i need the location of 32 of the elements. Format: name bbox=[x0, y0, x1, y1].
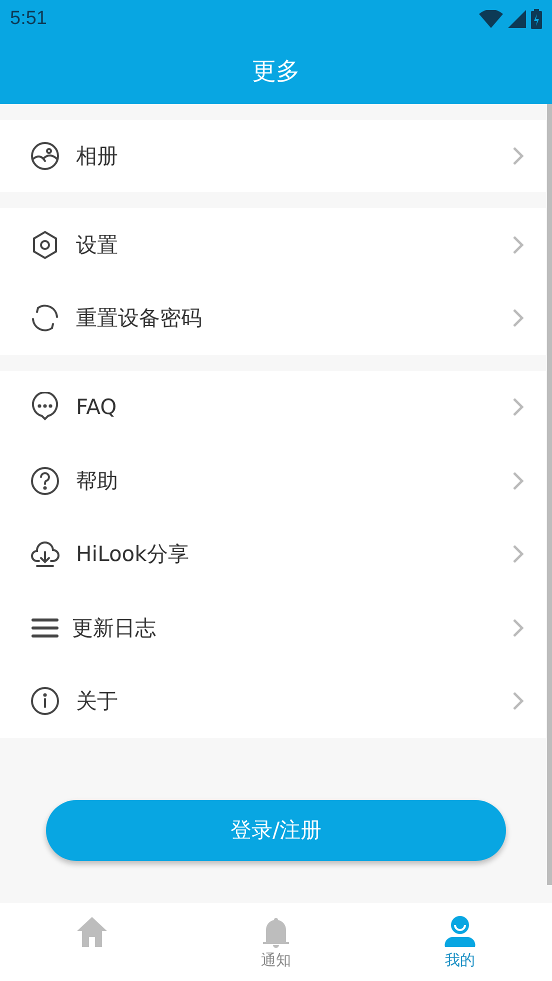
menu-item[interactable]: 更新日志 bbox=[0, 590, 546, 664]
chevron-icon bbox=[512, 691, 524, 712]
menu-item[interactable]: FAQ bbox=[0, 370, 546, 444]
home-icon bbox=[75, 915, 109, 949]
tab[interactable]: 通知 bbox=[184, 903, 368, 981]
menu-item[interactable]: 关于 bbox=[0, 664, 546, 738]
chevron-icon bbox=[512, 618, 524, 638]
user-icon bbox=[443, 915, 477, 949]
chevron-icon bbox=[512, 397, 524, 418]
cloud-download-icon bbox=[30, 539, 60, 570]
help-icon bbox=[30, 466, 60, 496]
chevron-icon bbox=[512, 234, 524, 255]
status-time: 5:51 bbox=[10, 8, 47, 30]
wifi-icon bbox=[479, 10, 503, 28]
chevron-icon bbox=[512, 470, 524, 491]
refresh-icon bbox=[30, 303, 60, 334]
menu-item[interactable]: 相册 bbox=[0, 120, 546, 192]
menu-item[interactable]: 帮助 bbox=[0, 444, 546, 518]
chevron-icon bbox=[512, 308, 524, 328]
battery-icon bbox=[531, 9, 542, 29]
chat-bubble-icon bbox=[30, 392, 60, 422]
chevron-icon bbox=[512, 146, 524, 166]
info-icon bbox=[30, 686, 60, 716]
signal-icon bbox=[508, 10, 526, 28]
menu-item[interactable]: 重置设备密码 bbox=[0, 281, 546, 355]
menu-item[interactable]: 设置 bbox=[0, 208, 546, 282]
chevron-icon bbox=[512, 544, 524, 564]
settings-icon bbox=[30, 230, 60, 260]
image-icon bbox=[30, 141, 60, 171]
page-title: 更多 bbox=[252, 56, 300, 87]
menu-item[interactable]: HiLook分享 bbox=[0, 518, 546, 591]
tab[interactable]: 我的 bbox=[368, 903, 552, 981]
